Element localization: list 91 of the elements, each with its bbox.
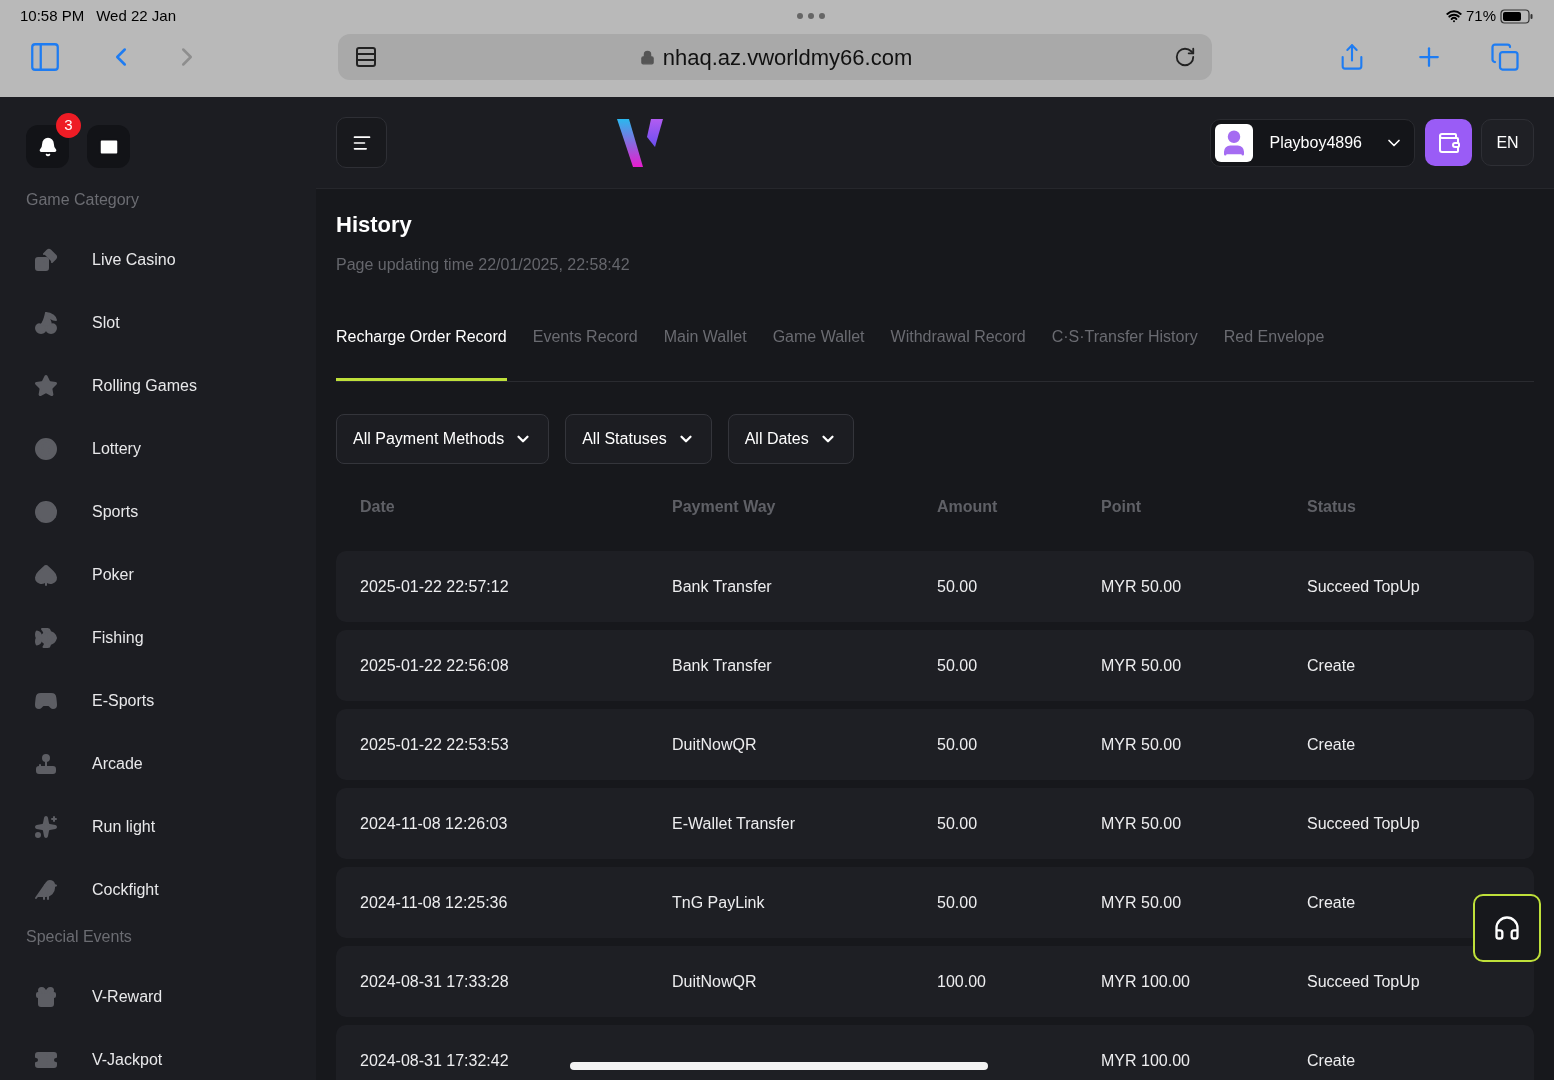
amount-cell-text: 50.00	[937, 813, 979, 834]
date-cell-text: 2024-08-31 17:32:42	[360, 1050, 510, 1071]
payment-way-cell-text: TnG PayLink	[672, 892, 766, 913]
dice-icon	[34, 247, 58, 272]
sidebar-item[interactable]: Rolling Games	[26, 354, 316, 417]
sidebar-item[interactable]: E-Sports	[26, 669, 316, 732]
language-button[interactable]: EN	[1481, 119, 1534, 166]
battery-icon	[1500, 8, 1534, 24]
payment-way-cell-text: Bank Transfer	[672, 576, 773, 597]
mail-button[interactable]	[87, 125, 130, 168]
payment-way-cell-text: DuitNowQR	[672, 971, 758, 992]
status-cell-text: Succeed TopUp	[1307, 971, 1421, 992]
column-header: Payment Way	[672, 497, 777, 517]
gift-icon	[34, 984, 58, 1009]
user-menu[interactable]: Playboy4896	[1210, 118, 1415, 167]
date-cell-text: 2024-11-08 12:25:36	[360, 892, 509, 913]
payment-way-cell-text: DuitNowQR	[672, 734, 758, 755]
sidebar-item[interactable]: Cockfight	[26, 858, 316, 921]
url-text: nhaq.az.vworldmy66.com	[662, 43, 913, 72]
amount-cell-text: 50.00	[937, 734, 979, 755]
amount-cell-text: 50.00	[937, 892, 979, 913]
reload-icon[interactable]	[1174, 46, 1196, 68]
bell-icon	[37, 136, 58, 157]
wifi-icon	[1445, 8, 1462, 24]
filter-dropdown[interactable]: All Statuses	[565, 414, 712, 464]
sidebar-item[interactable]: Lottery	[26, 417, 316, 480]
logo-icon	[617, 118, 663, 167]
notification-badge: 3	[56, 113, 81, 138]
sidebar-item[interactable]: Poker	[26, 543, 316, 606]
sidebar-item[interactable]: Fishing	[26, 606, 316, 669]
page-title: History	[336, 211, 413, 239]
point-cell-text: MYR 100.00	[1101, 1050, 1191, 1071]
sparkles-icon	[34, 814, 58, 839]
column-header: Status	[1307, 497, 1357, 517]
payment-way-cell-text: Bank Transfer	[672, 655, 773, 676]
amount-cell-text: 50.00	[937, 655, 979, 676]
status-cell-text: Create	[1307, 892, 1357, 913]
status-time: 10:58 PM	[20, 5, 85, 26]
sidebar-item[interactable]: V-Jackpot	[26, 1028, 316, 1080]
sidebar-item[interactable]: Sports	[26, 480, 316, 543]
sidebar-toggle-icon[interactable]	[28, 40, 62, 74]
joystick-icon	[34, 751, 58, 776]
status-cell-text: Create	[1307, 734, 1357, 755]
date-cell-text: 2025-01-22 22:56:08	[360, 655, 510, 676]
address-bar[interactable]: nhaq.az.vworldmy66.com	[338, 34, 1212, 80]
point-cell-text: MYR 50.00	[1101, 655, 1183, 676]
spade-icon	[34, 562, 58, 587]
battery-percent: 71%	[1465, 5, 1496, 26]
filter-dropdown[interactable]: All Payment Methods	[336, 414, 550, 464]
column-header: Date	[360, 497, 396, 517]
column-header: Amount	[937, 497, 999, 517]
menu-button[interactable]	[336, 117, 387, 168]
date-cell-text: 2025-01-22 22:53:53	[360, 734, 510, 755]
cherry-icon	[34, 310, 58, 335]
status-cell-text: Succeed TopUp	[1307, 813, 1421, 834]
point-cell-text: MYR 50.00	[1101, 576, 1183, 597]
sidebar-item[interactable]: Live Casino	[26, 228, 316, 291]
history-tab[interactable]: Recharge Order Record	[336, 325, 507, 381]
wallet-icon	[1436, 130, 1461, 155]
amount-cell-text: 100.00	[937, 971, 987, 992]
sidebar-item[interactable]: Slot	[26, 291, 316, 354]
status-cell-text: Succeed TopUp	[1307, 576, 1421, 597]
status-cell-text: Create	[1307, 1050, 1357, 1071]
update-time-text: Page updating time 22/01/2025, 22:58:42	[336, 255, 631, 275]
rows-icon[interactable]	[354, 45, 378, 69]
sidebar-item[interactable]: Run light	[26, 795, 316, 858]
lock-icon	[639, 49, 655, 65]
star-icon	[34, 373, 58, 398]
status-cell-text: Create	[1307, 655, 1357, 676]
status-date: Wed 22 Jan	[96, 5, 176, 26]
bird-icon	[34, 877, 58, 902]
date-cell-text: 2025-01-22 22:57:12	[360, 576, 510, 597]
dots-icon	[796, 12, 826, 20]
point-cell-text: MYR 50.00	[1101, 734, 1183, 755]
support-button[interactable]	[1473, 894, 1541, 962]
date-cell-text: 2024-11-08 12:26:03	[360, 813, 509, 834]
fish-icon	[34, 625, 58, 650]
sidebar-item[interactable]: Arcade	[26, 732, 316, 795]
point-cell-text: MYR 50.00	[1101, 892, 1183, 913]
date-cell-text: 2024-08-31 17:33:28	[360, 971, 510, 992]
point-cell-text: MYR 100.00	[1101, 971, 1191, 992]
headset-icon	[1493, 914, 1521, 942]
section-title: Game Category	[26, 190, 140, 210]
section-title: Special Events	[26, 927, 133, 947]
sidebar-item[interactable]: V-Reward	[26, 965, 316, 1028]
column-header: Point	[1101, 497, 1142, 517]
amount-cell-text: 50.00	[937, 576, 979, 597]
filter-dropdown[interactable]: All Dates	[727, 414, 854, 464]
wallet-button[interactable]	[1425, 119, 1472, 166]
payment-way-cell-text: E-Wallet Transfer	[672, 813, 796, 834]
point-cell-text: MYR 50.00	[1101, 813, 1183, 834]
